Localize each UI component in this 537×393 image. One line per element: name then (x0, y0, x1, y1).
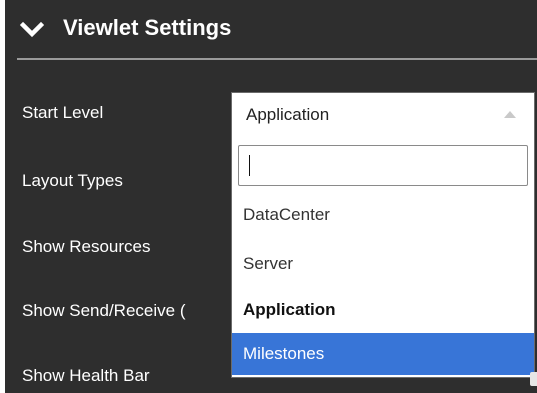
start-level-dropdown: DataCenter Server Application Milestones (231, 136, 535, 378)
header-divider (17, 58, 537, 60)
show-send-receive-label: Show Send/Receive ( (22, 301, 186, 320)
dropdown-option-application[interactable]: Application (232, 289, 534, 331)
show-resources-label: Show Resources (22, 237, 151, 256)
dropdown-option-server[interactable]: Server (232, 243, 534, 285)
chevron-down-icon[interactable] (20, 18, 44, 42)
viewlet-settings-panel: Viewlet Settings Start Level Layout Type… (5, 0, 537, 393)
viewlet-settings-header[interactable]: Viewlet Settings (5, 0, 537, 56)
dropdown-option-milestones[interactable]: Milestones (232, 333, 534, 375)
viewlet-settings-title: Viewlet Settings (63, 15, 232, 40)
caret-up-icon (504, 111, 516, 118)
dropdown-search-input[interactable] (238, 145, 528, 186)
dropdown-option-datacenter[interactable]: DataCenter (232, 194, 534, 236)
show-health-bar-label: Show Health Bar (22, 366, 150, 385)
layout-types-label: Layout Types (22, 171, 123, 190)
start-level-select-value: Application (246, 105, 330, 124)
start-level-label: Start Level (22, 103, 104, 122)
text-cursor (249, 155, 250, 176)
start-level-select[interactable]: Application (231, 92, 535, 137)
health-bar-checkbox[interactable] (530, 372, 537, 386)
